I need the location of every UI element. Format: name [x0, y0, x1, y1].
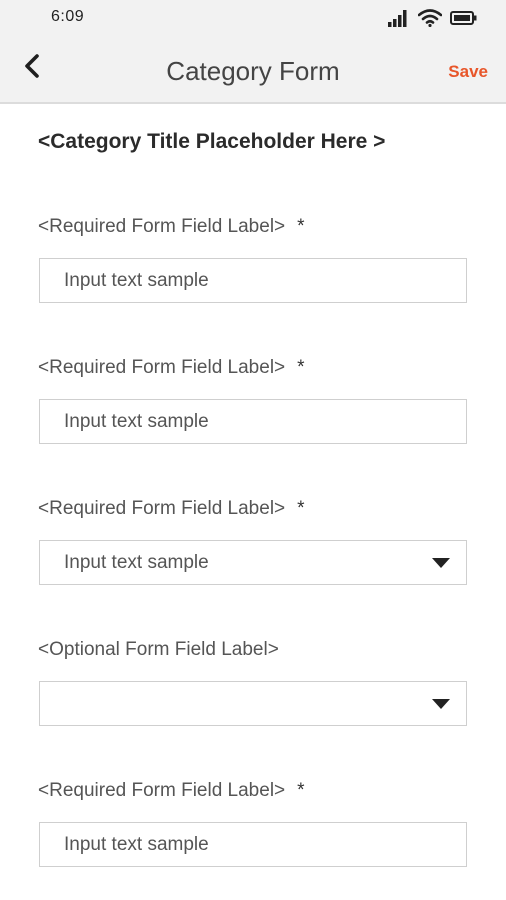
text-input-1[interactable]: [40, 259, 466, 302]
page-title: Category Form: [166, 56, 340, 86]
text-field-2: [39, 399, 467, 444]
required-marker: *: [297, 216, 305, 237]
field-label-3: <Required Form Field Label> *: [38, 498, 305, 520]
field-label-text: <Required Form Field Label>: [38, 498, 286, 519]
text-field-1: [39, 258, 467, 303]
field-label-text: <Optional Form Field Label>: [38, 639, 279, 660]
dropdown-select-1[interactable]: Input text sample: [39, 540, 467, 585]
field-label-5: <Required Form Field Label> *: [38, 780, 305, 802]
required-marker: *: [297, 498, 305, 519]
save-button[interactable]: Save: [448, 62, 488, 82]
wifi-icon: [418, 9, 442, 27]
triangle-down-icon: [432, 558, 450, 568]
required-marker: *: [297, 357, 305, 378]
field-label-1: <Required Form Field Label> *: [38, 216, 305, 238]
app-header: Category Form Save: [0, 36, 506, 104]
back-button[interactable]: [14, 50, 50, 86]
status-bar: 6:09: [0, 0, 506, 36]
field-label-2: <Required Form Field Label> *: [38, 357, 305, 379]
text-field-5: [39, 822, 467, 867]
required-marker: *: [297, 780, 305, 801]
text-input-2[interactable]: [40, 400, 466, 443]
field-label-text: <Required Form Field Label>: [38, 357, 286, 378]
dropdown-value: Input text sample: [64, 552, 209, 573]
field-label-4: <Optional Form Field Label>: [38, 639, 279, 661]
field-label-text: <Required Form Field Label>: [38, 780, 286, 801]
status-time: 6:09: [51, 8, 85, 25]
signal-icon: [388, 9, 410, 27]
status-icons: [388, 8, 478, 28]
field-label-text: <Required Form Field Label>: [38, 216, 286, 237]
dropdown-select-2[interactable]: [39, 681, 467, 726]
triangle-down-icon: [432, 699, 450, 709]
battery-icon: [450, 10, 478, 26]
category-title: <Category Title Placeholder Here >: [38, 130, 386, 153]
chevron-left-icon: [22, 53, 42, 84]
text-input-5[interactable]: [40, 823, 466, 866]
